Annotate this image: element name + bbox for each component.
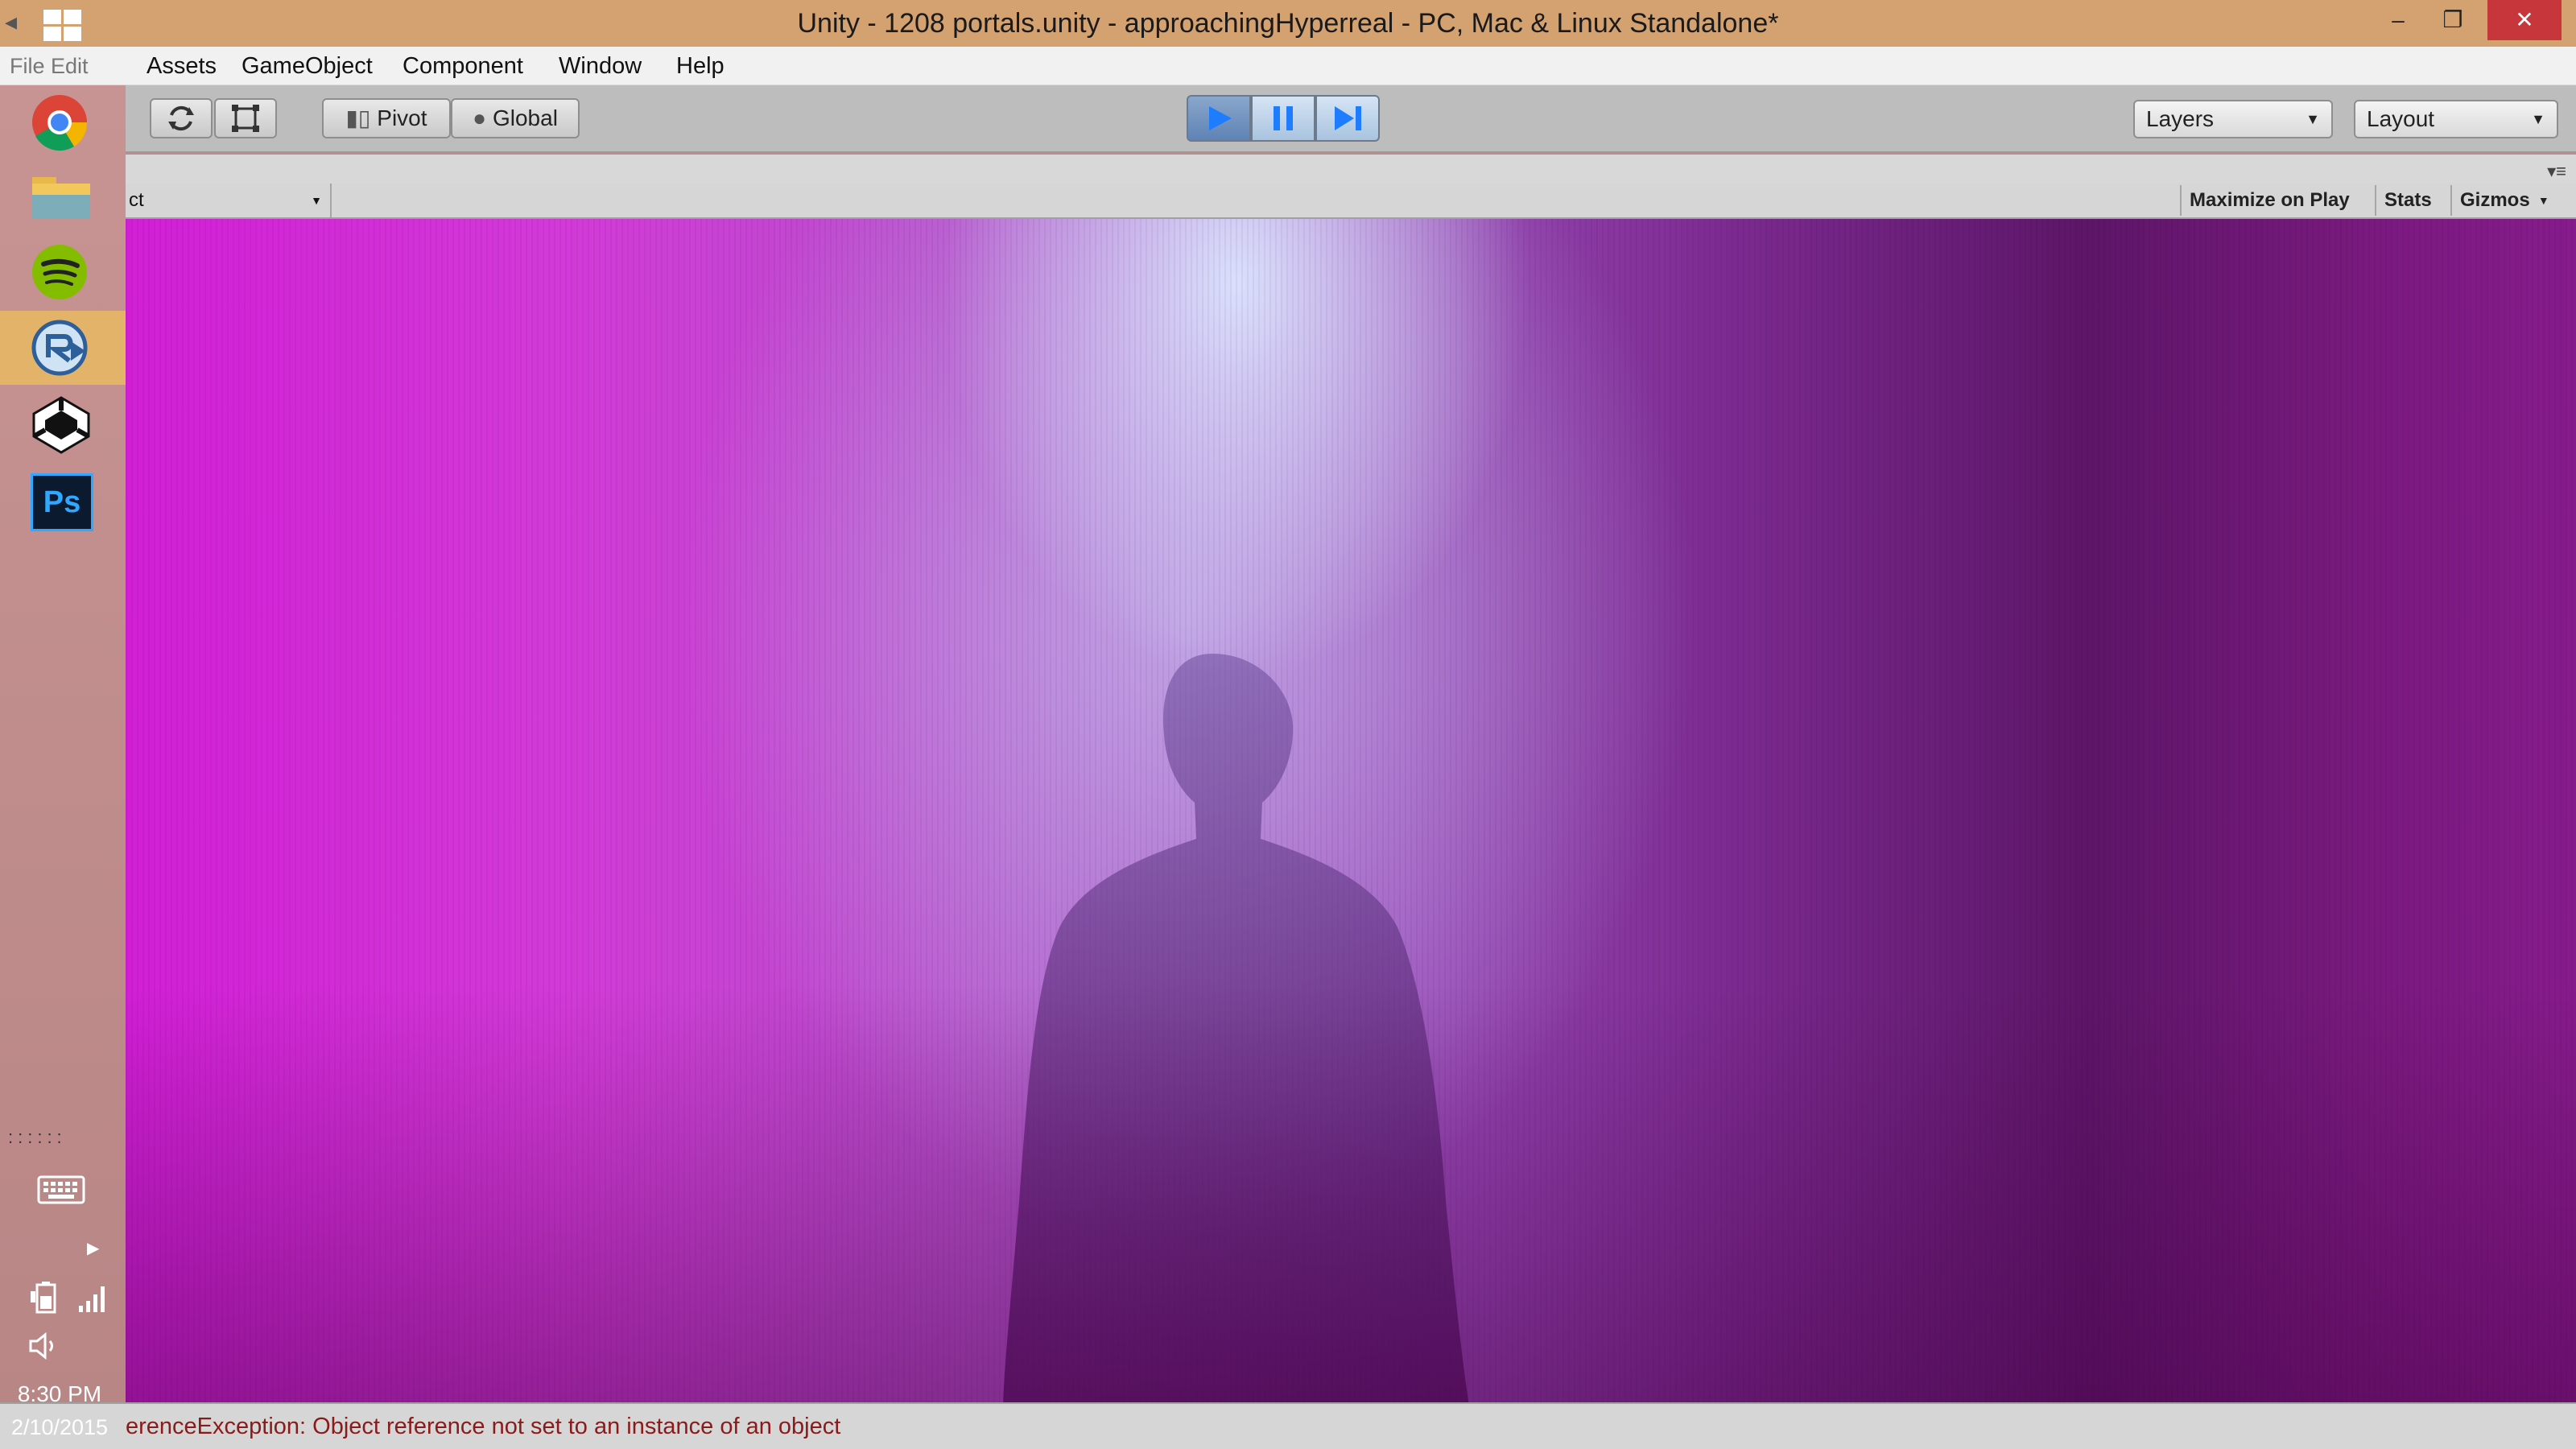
photoshop-icon: Ps [31,473,93,531]
title-bar: ◂ Unity - 1208 portals.unity - approachi… [0,0,2576,47]
spotify-icon [32,245,87,299]
unity-icon [32,396,90,454]
menu-help[interactable]: Help [676,47,724,85]
keyboard-icon[interactable] [37,1174,85,1206]
stats-toggle[interactable]: Stats [2375,185,2440,216]
pause-icon [1274,106,1293,130]
restore-button[interactable]: ❐ [2418,0,2487,40]
chevron-down-icon: ▼ [2531,111,2545,127]
pivot-icon: ▮▯ [345,105,371,130]
pivot-label: Pivot [377,105,427,130]
layout-label: Layout [2367,106,2435,131]
pause-button[interactable] [1251,95,1315,142]
gizmos-label: Gizmos [2460,189,2530,211]
layers-label: Layers [2146,106,2215,131]
game-view-toolbar: ct ▼ Maximize on Play Stats Gizmos ▼ [0,184,2576,219]
menu-window[interactable]: Window [559,47,642,85]
game-viewport[interactable] [126,219,2576,1402]
photoshop-app[interactable]: Ps [0,464,126,538]
scene-shadow [126,984,2576,1402]
panel-menu-icon[interactable]: ▾≡ [2547,161,2566,182]
chevron-down-icon: ▼ [2306,111,2320,127]
remote-desktop-app[interactable] [0,311,126,385]
signal-strength-icon[interactable] [77,1282,109,1314]
clock-date[interactable]: 2/10/2015 [0,1415,119,1440]
global-toggle[interactable]: ● Global [451,98,580,138]
global-label: Global [492,105,558,130]
play-button[interactable] [1187,95,1251,142]
chevron-right-icon[interactable]: ▶ [87,1238,99,1258]
rotate-icon [168,105,194,131]
remote-desktop-icon [31,320,88,376]
clock-time[interactable]: 8:30 PM [0,1381,119,1407]
toolbar: ▮▯ Pivot ● Global Layers ▼ Layout ▼ [0,85,2576,153]
rect-tool-icon [232,105,259,132]
step-button[interactable] [1315,95,1380,142]
window-title: Unity - 1208 portals.unity - approaching… [797,8,1779,39]
folder-icon [32,177,90,219]
play-icon [1209,106,1232,130]
menu-file-edit[interactable]: File Edit [10,47,89,85]
layers-dropdown[interactable]: Layers ▼ [2133,100,2333,138]
layout-dropdown[interactable]: Layout ▼ [2354,100,2558,138]
aspect-label: ct [129,189,144,211]
battery-icon[interactable] [29,1280,61,1315]
step-icon [1335,106,1361,130]
menu-assets[interactable]: Assets [147,47,217,85]
spotify-app[interactable] [0,235,126,309]
close-button[interactable]: ✕ [2487,0,2562,40]
console-status-bar[interactable]: erenceException: Object reference not se… [0,1402,2576,1449]
chrome-app[interactable] [0,85,126,159]
game-tab-strip: ▾≡ [126,155,2576,184]
gizmos-dropdown[interactable]: Gizmos ▼ [2450,185,2554,216]
pivot-toggle[interactable]: ▮▯ Pivot [322,98,451,138]
maximize-on-play-toggle[interactable]: Maximize on Play [2180,185,2358,216]
menu-bar: File Edit Assets GameObject Component Wi… [0,47,2576,85]
chevron-down-icon: ▼ [2537,194,2549,207]
menu-component[interactable]: Component [402,47,523,85]
menu-gameobject[interactable]: GameObject [242,47,373,85]
app-sidebar: Ps :::::: ▶ [0,85,126,1402]
file-explorer-app[interactable] [0,163,126,232]
rotate-tool-button[interactable] [150,98,213,138]
chevron-down-icon: ▼ [311,194,322,207]
drag-handle[interactable]: :::::: [8,1127,121,1147]
chrome-icon [32,95,88,151]
volume-icon[interactable] [27,1330,63,1362]
rect-tool-button[interactable] [214,98,277,138]
globe-icon: ● [473,105,486,130]
unity-app[interactable] [0,388,126,462]
